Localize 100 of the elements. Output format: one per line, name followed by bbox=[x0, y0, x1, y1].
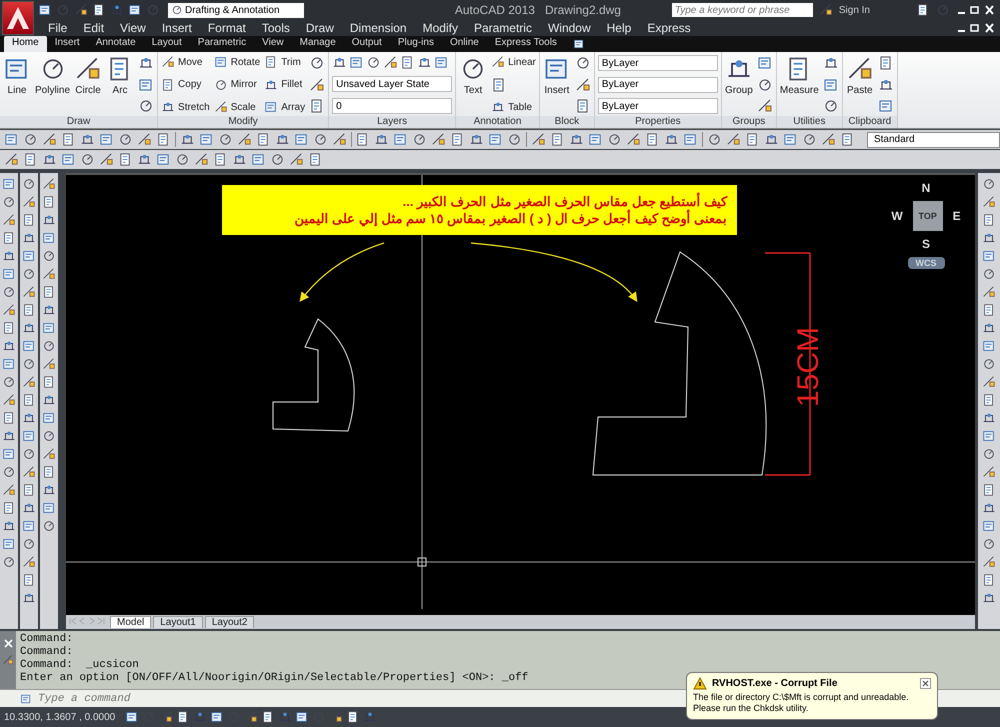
toolbar-icon[interactable] bbox=[982, 519, 996, 533]
ribbon-button[interactable]: Linear bbox=[491, 55, 536, 69]
toolbar-icon[interactable] bbox=[42, 285, 56, 299]
toolbar-icon[interactable] bbox=[982, 339, 996, 353]
toolbar-icon[interactable] bbox=[982, 573, 996, 587]
status-toggle-icon[interactable] bbox=[210, 710, 224, 724]
status-toggle-icon[interactable] bbox=[346, 710, 360, 724]
layer-tool-icon[interactable] bbox=[366, 55, 382, 70]
toolbar-icon[interactable] bbox=[42, 465, 56, 479]
layer-tool-icon[interactable] bbox=[434, 55, 450, 70]
menu-item[interactable]: Help bbox=[598, 21, 640, 35]
toolbar-icon[interactable] bbox=[4, 152, 19, 167]
toolbar-icon[interactable] bbox=[42, 429, 56, 443]
status-toggle-icon[interactable] bbox=[193, 710, 207, 724]
menu-item[interactable]: File bbox=[40, 21, 76, 35]
toolbar-icon[interactable] bbox=[982, 411, 996, 425]
toolbar-icon[interactable] bbox=[22, 339, 36, 353]
toolbar-icon[interactable] bbox=[2, 411, 16, 425]
toolbar-icon[interactable] bbox=[982, 303, 996, 317]
panel-title[interactable]: Draw bbox=[0, 116, 158, 128]
tool-icon[interactable] bbox=[138, 98, 154, 114]
toolbar-icon[interactable] bbox=[22, 285, 36, 299]
toolbar-icon[interactable] bbox=[982, 393, 996, 407]
ribbon-button[interactable]: Fillet bbox=[264, 78, 306, 92]
toolbar-icon[interactable] bbox=[2, 321, 16, 335]
status-toggle-icon[interactable] bbox=[244, 710, 258, 724]
toolbar-icon[interactable] bbox=[2, 357, 16, 371]
menu-item[interactable]: Window bbox=[540, 21, 599, 35]
ribbon-button[interactable]: Measure bbox=[780, 55, 819, 96]
toolbar-icon[interactable] bbox=[2, 195, 16, 209]
toolbar-icon[interactable] bbox=[61, 152, 76, 167]
quick-access-icon[interactable] bbox=[128, 3, 142, 17]
sign-in-link[interactable]: Sign In bbox=[838, 4, 870, 16]
toolbar-icon[interactable] bbox=[982, 285, 996, 299]
ribbon-button[interactable]: Line bbox=[3, 55, 31, 96]
ribbon-tab[interactable]: Annotate bbox=[88, 36, 144, 52]
panel-title[interactable]: Annotation bbox=[456, 116, 539, 128]
toolbar-icon[interactable] bbox=[982, 357, 996, 371]
window-controls-icon[interactable] bbox=[956, 22, 996, 34]
toolbar-icon[interactable] bbox=[626, 132, 642, 147]
dropdown[interactable]: Unsaved Layer State bbox=[332, 76, 452, 92]
tool-icon[interactable] bbox=[574, 55, 591, 71]
toolbar-icon[interactable] bbox=[982, 537, 996, 551]
toolbar-icon[interactable] bbox=[2, 249, 16, 263]
layout-tab[interactable]: Layout1 bbox=[153, 616, 203, 628]
toolbar-icon[interactable] bbox=[137, 132, 152, 147]
toolbar-icon[interactable] bbox=[42, 339, 56, 353]
tool-icon[interactable] bbox=[574, 76, 591, 92]
ribbon-button[interactable]: Circle bbox=[74, 55, 102, 96]
status-toggle-icon[interactable] bbox=[176, 710, 190, 724]
toolbar-icon[interactable] bbox=[393, 132, 408, 147]
toolbar-icon[interactable] bbox=[982, 591, 996, 605]
quick-access-icon[interactable] bbox=[38, 3, 52, 17]
toolbar-icon[interactable] bbox=[22, 429, 36, 443]
ribbon-tab[interactable]: Insert bbox=[46, 36, 88, 52]
ribbon-button[interactable]: Arc bbox=[106, 55, 134, 96]
toolbar-icon[interactable] bbox=[23, 132, 38, 147]
toolbar-icon[interactable] bbox=[2, 177, 16, 191]
ribbon-button[interactable]: Table bbox=[491, 100, 536, 114]
toolbar-icon[interactable] bbox=[982, 267, 996, 281]
toolbar-icon[interactable] bbox=[22, 177, 36, 191]
toolbar-icon[interactable] bbox=[42, 303, 56, 317]
toolbar-icon[interactable] bbox=[22, 213, 36, 227]
toolbar-icon[interactable] bbox=[22, 231, 36, 245]
menu-item[interactable]: Format bbox=[200, 21, 254, 35]
toolbar-icon[interactable] bbox=[2, 501, 16, 515]
ribbon-button[interactable]: Text bbox=[459, 55, 488, 96]
status-toggle-icon[interactable] bbox=[278, 710, 292, 724]
ribbon-tab[interactable]: Output bbox=[344, 36, 390, 52]
toolbar-icon[interactable] bbox=[2, 231, 16, 245]
ribbon-tab[interactable]: Home bbox=[4, 36, 47, 52]
command-prompt-icon[interactable] bbox=[20, 692, 32, 704]
toolbar-icon[interactable] bbox=[982, 555, 996, 569]
layer-tool-icon[interactable] bbox=[349, 55, 364, 70]
toolbar-icon[interactable] bbox=[982, 429, 996, 443]
toolbar-icon[interactable] bbox=[982, 321, 996, 335]
close-button[interactable] bbox=[920, 678, 931, 689]
toolbar-icon[interactable] bbox=[22, 267, 36, 281]
toolbar-icon[interactable] bbox=[22, 195, 36, 209]
toolbar-icon[interactable] bbox=[42, 195, 56, 209]
ribbon-button[interactable]: Paste bbox=[846, 55, 874, 96]
toolbar-icon[interactable] bbox=[42, 132, 57, 147]
panel-title[interactable]: Clipboard bbox=[842, 116, 897, 128]
toolbar-icon[interactable] bbox=[22, 303, 36, 317]
toolbar-icon[interactable] bbox=[22, 537, 36, 551]
toolbar-icon[interactable] bbox=[488, 132, 504, 147]
toolbar-icon[interactable] bbox=[22, 411, 36, 425]
toolbar-icon[interactable] bbox=[22, 393, 36, 407]
toolbar-icon[interactable] bbox=[198, 132, 214, 147]
toolbar-icon[interactable] bbox=[2, 519, 16, 533]
status-toggle-icon[interactable] bbox=[159, 710, 173, 724]
menu-item[interactable]: Express bbox=[639, 21, 699, 35]
view-cube[interactable]: TOP bbox=[912, 201, 943, 231]
ribbon-button[interactable]: Trim bbox=[264, 55, 306, 69]
ribbon-button[interactable]: Copy bbox=[161, 78, 210, 92]
toolbar-icon[interactable] bbox=[312, 132, 328, 147]
ribbon-tab[interactable]: Plug-ins bbox=[390, 36, 442, 52]
status-toggle-icon[interactable] bbox=[261, 710, 275, 724]
toolbar-icon[interactable] bbox=[22, 501, 36, 515]
toolbar-icon[interactable] bbox=[2, 483, 16, 497]
